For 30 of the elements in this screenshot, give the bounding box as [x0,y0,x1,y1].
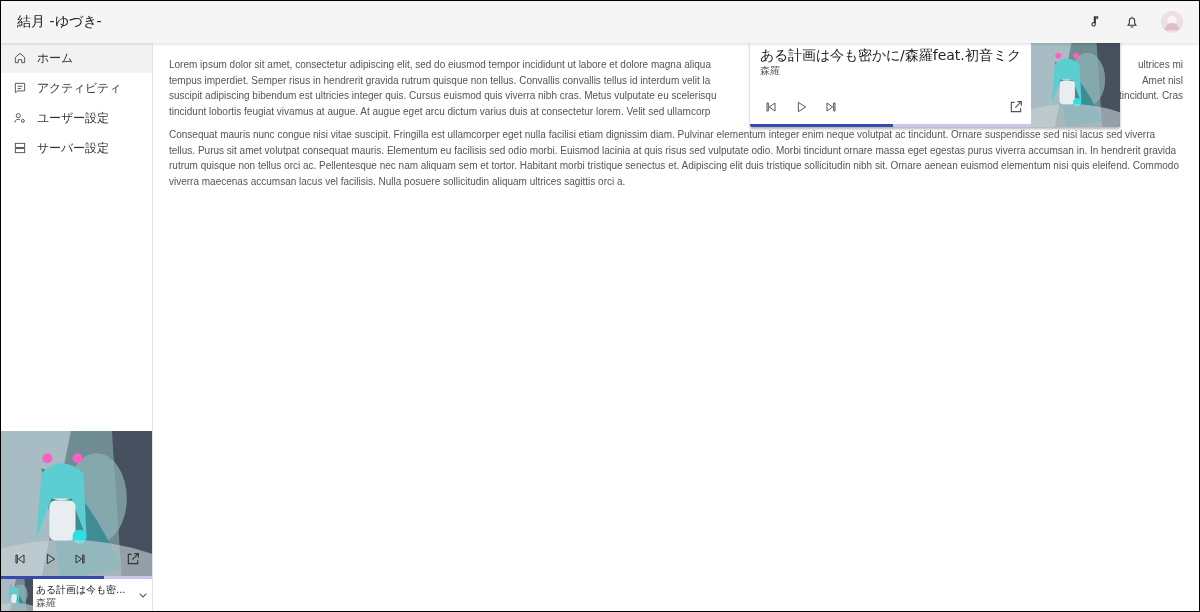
open-external-icon [125,551,141,567]
paragraph-text: tempus imperdiet. Semper risus in hendrerit gravida rutrum quisque non tellus. Convallis convallis tellus id interdum velit la [169,73,711,88]
nav-item[interactable]: ユーザー設定 [1,103,152,133]
nav-item[interactable]: サーバー設定 [1,133,152,163]
nav-item[interactable]: アクティビティ [1,73,152,103]
user-gear-icon [13,111,27,125]
server-icon [13,141,27,155]
paragraph-text: ultrices mi [1138,58,1183,72]
track-title: ある計画は今も密かに/森羅feat.初音ミク [759,46,1022,64]
skip-next-icon [823,99,839,115]
track-title: ある計画は今も密... [36,582,127,597]
track-artist: 森羅 [759,64,781,77]
skip-previous-icon [12,551,28,567]
track-artist: 森羅 [36,596,57,608]
nav-item[interactable]: ホーム [1,43,152,73]
paragraph-text: suscipit adipiscing bibendum est ultricies integer quis. Cursus euismod quis viverra nibh cras. Metus vulputate eu scelerisqu [169,89,717,103]
app-title: 結月 -ゆづき- [17,13,102,31]
progress-bar[interactable] [750,124,1031,127]
home-icon [13,51,27,65]
open-external-icon [1008,99,1024,115]
progress-bar[interactable] [1,576,152,579]
paragraph-text: Consequat mauris nunc congue nisi vitae suscipit. Fringilla est ullamcorper eget nulla facilisi etiam dignissim diam. Pulvinar elementum integer enim neque volutpat ac tincidunt. Ornare suspendisse sed nisi lacus sed viverra tellus. Purus sit amet volutpat consequat mauris. Elementum eu facilisis sed odio morbi. Euismod lacinia at quis risus sed vulputate odio. Morbi tincidunt ornare massa eget egestas purus viverra accumsan in. In hendrerit gravida rutrum quisque non tellus orci ac. Pellentesque nec nam aliquam sem et tortor. Habitant morbi tristique senectus et. Adipiscing elit duis tristique sollicitudin nibh sit. Ornare aenean euismod elementum nisi quis eleifend. Commodo viverra maecenas accumsan lacus vel facilisis. Nulla posuere sollicitudin aliquam ultrices sagittis orci a. [169,128,1180,189]
message-icon [13,81,27,95]
paragraph-text: Lorem ipsum dolor sit amet, consectetur adipiscing elit, sed do eiusmod tempor incididunt ut labore et dolore magna aliqua [169,58,711,72]
paragraph-text: tincidunt lobortis feugiat vivamus at augue. At augue eget arcu dictum varius duis at consectetur lorem. Velit sed ullamcorp [169,104,711,119]
paragraph-text: Amet nisl [1141,73,1183,88]
bell-icon [1124,14,1140,30]
skip-previous-icon [763,99,779,115]
paragraph-text: tincidunt. Cras [1119,89,1183,103]
skip-next-icon [72,551,88,567]
